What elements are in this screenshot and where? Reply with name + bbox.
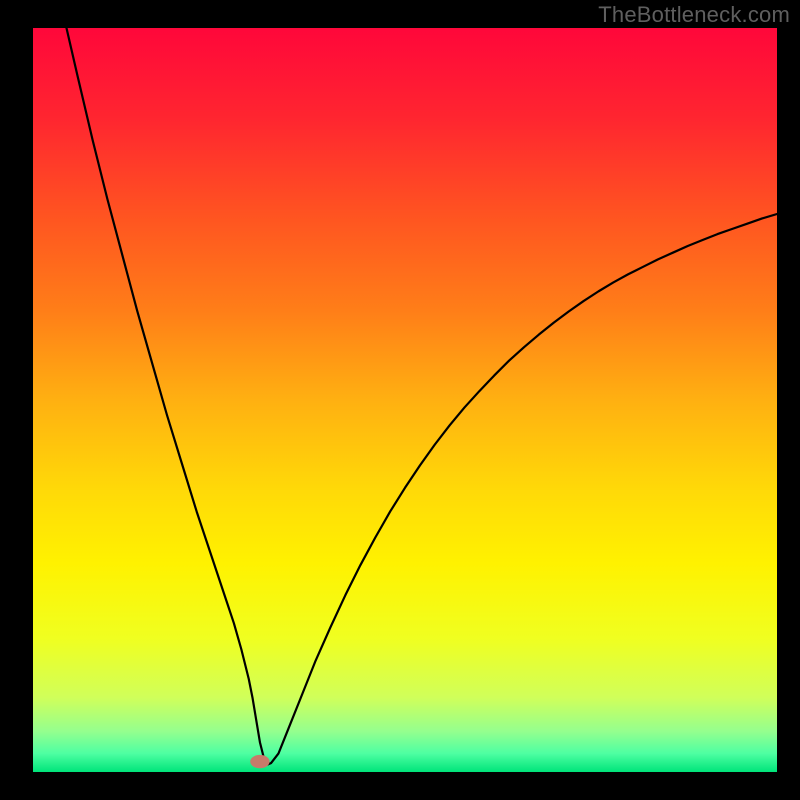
plot-area: [33, 28, 777, 772]
chart-frame: TheBottleneck.com: [0, 0, 800, 800]
minimum-marker: [250, 755, 269, 768]
watermark-text: TheBottleneck.com: [598, 2, 790, 28]
bottleneck-curve: [33, 28, 777, 772]
